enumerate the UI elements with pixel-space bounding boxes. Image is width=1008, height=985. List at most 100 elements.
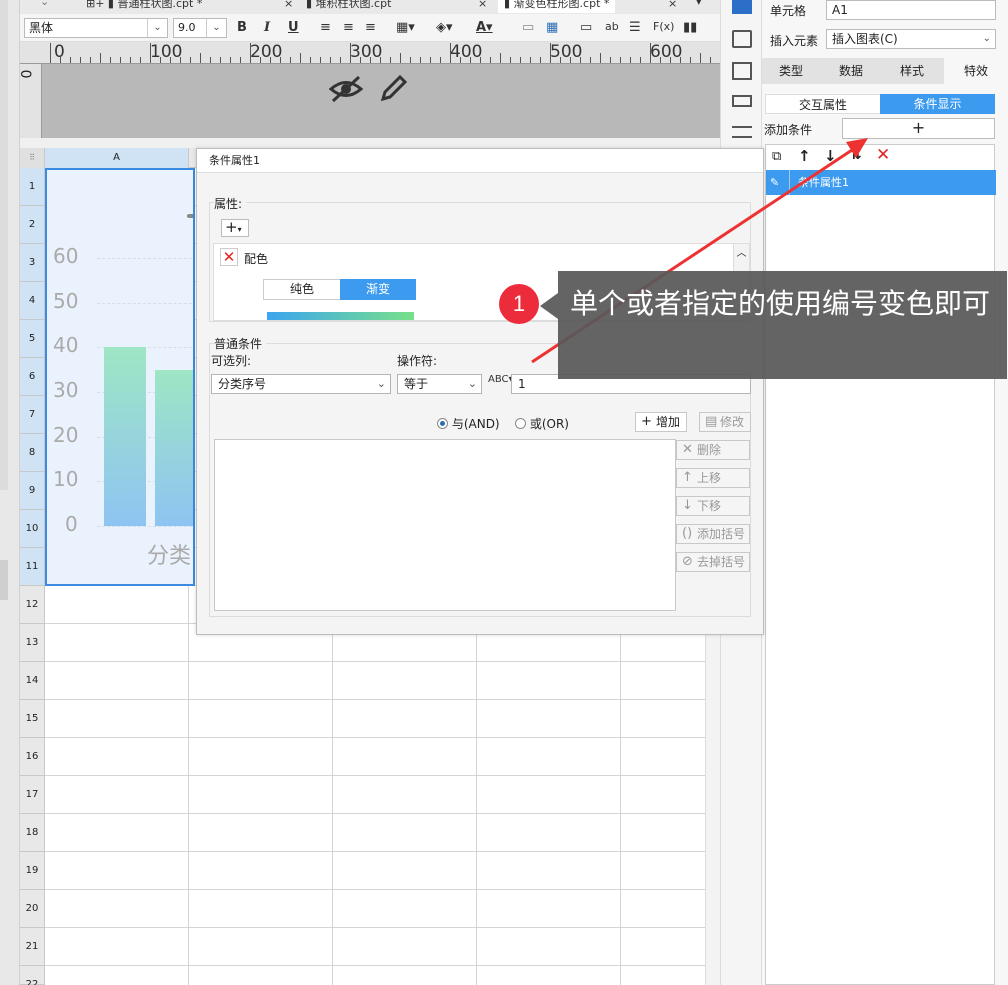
chart-bar[interactable]: [155, 369, 193, 526]
align-center-icon[interactable]: ≡: [343, 20, 354, 35]
align-left-icon[interactable]: ≡: [320, 20, 331, 35]
tab-2-close-icon[interactable]: ×: [478, 0, 487, 10]
add-attribute-button[interactable]: +▾: [221, 219, 249, 237]
edit-pencil-icon[interactable]: ✎: [770, 170, 790, 195]
tab-1[interactable]: ⊞+ ▮ 普通柱状图.cpt *: [86, 0, 202, 13]
move-up-button[interactable]: ↑ 上移: [676, 468, 750, 488]
text-icon[interactable]: ab: [605, 20, 619, 33]
tab-data[interactable]: 数据: [822, 58, 880, 84]
delete-icon[interactable]: ✕: [876, 145, 890, 165]
tab-dropdown-icon[interactable]: ⌄: [40, 0, 49, 13]
font-size-select[interactable]: 9.0 ⌄: [173, 18, 227, 38]
subtab-condition-display[interactable]: 条件显示: [880, 94, 995, 114]
cell-properties-icon[interactable]: [732, 0, 752, 14]
fill-color-icon[interactable]: ◈▾: [436, 20, 453, 35]
row-header-12[interactable]: 12: [20, 586, 45, 624]
chart-bar[interactable]: [104, 347, 146, 526]
cell-element-icon[interactable]: [732, 62, 752, 80]
tab-3[interactable]: ▮ 渐变色柱形图.cpt *: [498, 0, 616, 13]
tab-solid-color[interactable]: 纯色: [263, 279, 341, 300]
move-up-icon[interactable]: ↑: [798, 147, 811, 165]
tab-menu-icon[interactable]: ▾: [696, 0, 702, 13]
row-header-3[interactable]: 3: [20, 244, 45, 282]
sort-icon[interactable]: ⇅: [850, 147, 862, 163]
tab-1-close-icon[interactable]: ×: [284, 0, 293, 10]
row-header-8[interactable]: 8: [20, 434, 45, 472]
gradient-preview[interactable]: [267, 312, 414, 320]
insert-element-select[interactable]: 插入图表(C) ⌄: [826, 29, 996, 49]
value-type-icon[interactable]: ABC▾: [488, 374, 514, 385]
operator-select[interactable]: 等于 ⌄: [397, 374, 482, 394]
left-scroll-thumb[interactable]: [0, 560, 8, 600]
italic-button[interactable]: I: [264, 20, 270, 35]
add-condition-button[interactable]: +: [842, 118, 995, 139]
insert-row-icon[interactable]: ▭: [580, 20, 592, 35]
row-header-10[interactable]: 10: [20, 510, 45, 548]
widget-settings-icon[interactable]: [732, 30, 752, 48]
row-header-14[interactable]: 14: [20, 662, 45, 700]
tab-2[interactable]: ▮ 堆积柱状图.cpt: [306, 0, 391, 13]
column-header-a[interactable]: A: [45, 148, 189, 168]
condition-expression-area[interactable]: [214, 439, 676, 611]
row-header-13[interactable]: 13: [20, 624, 45, 662]
row-header-19[interactable]: 19: [20, 852, 45, 890]
row-header-1[interactable]: 1: [20, 168, 45, 206]
plus-icon: +: [641, 414, 652, 429]
select-all-corner[interactable]: ⠿: [20, 148, 45, 168]
row-header-15[interactable]: 15: [20, 700, 45, 738]
bold-button[interactable]: B: [237, 20, 247, 35]
row-header-7[interactable]: 7: [20, 396, 45, 434]
add-button[interactable]: + 增加: [635, 412, 687, 432]
copy-icon[interactable]: ⧉: [772, 149, 781, 164]
tab-effects[interactable]: 特效: [944, 58, 1008, 84]
data-list-icon[interactable]: [732, 126, 752, 138]
row-header-11[interactable]: 11: [20, 548, 45, 586]
underline-button[interactable]: U: [288, 20, 299, 35]
row-header-5[interactable]: 5: [20, 320, 45, 358]
move-down-icon[interactable]: ↓: [824, 147, 837, 165]
row-header-16[interactable]: 16: [20, 738, 45, 776]
row-header-4[interactable]: 4: [20, 282, 45, 320]
wrap-icon[interactable]: ☰: [629, 20, 641, 35]
row-header-6[interactable]: 6: [20, 358, 45, 396]
row-header-18[interactable]: 18: [20, 814, 45, 852]
merge-icon[interactable]: ▭: [522, 20, 534, 35]
radio-or[interactable]: 或(OR): [515, 415, 569, 432]
row-header-2[interactable]: 2: [20, 206, 45, 244]
modify-button[interactable]: ▤ 修改: [699, 412, 751, 432]
formula-icon[interactable]: F(x): [653, 20, 674, 33]
chart-cell-a1[interactable]: 60 50 40 30 20 10 0 分类: [45, 168, 195, 586]
font-family-select[interactable]: 黑体 ⌄: [24, 18, 168, 38]
remove-bracket-button[interactable]: ⊘ 去掉括号: [676, 552, 750, 572]
cell-input[interactable]: A1: [826, 0, 996, 20]
ruler-mark: 300: [350, 42, 383, 62]
tab-style[interactable]: 样式: [882, 58, 942, 84]
remove-attribute-icon[interactable]: ✕: [220, 248, 238, 266]
hide-icon[interactable]: [328, 74, 364, 104]
list-item[interactable]: ✎ 条件属性1: [766, 170, 996, 195]
row-header-21[interactable]: 21: [20, 928, 45, 966]
tab-gradient[interactable]: 渐变: [340, 279, 416, 300]
align-right-icon[interactable]: ≡: [365, 20, 376, 35]
table-icon[interactable]: ▦: [546, 20, 558, 35]
edit-pencil-icon[interactable]: [378, 72, 410, 104]
chart-icon[interactable]: ▮▮: [683, 20, 697, 35]
cell-attributes-icon[interactable]: [732, 95, 752, 107]
font-color-icon[interactable]: A▾: [476, 20, 493, 35]
row-header-17[interactable]: 17: [20, 776, 45, 814]
ruler-mark: 600: [650, 42, 683, 62]
add-bracket-button[interactable]: () 添加括号: [676, 524, 750, 544]
radio-and[interactable]: 与(AND): [437, 415, 500, 432]
row-header-22[interactable]: 22: [20, 966, 45, 985]
tab-3-close-icon[interactable]: ×: [668, 0, 677, 10]
column-select[interactable]: 分类序号 ⌄: [211, 374, 391, 394]
left-scroll-track[interactable]: [0, 0, 8, 490]
ruler-tick: [600, 53, 601, 63]
move-down-button[interactable]: ↓ 下移: [676, 496, 750, 516]
tab-type[interactable]: 类型: [762, 58, 820, 84]
subtab-interaction[interactable]: 交互属性: [765, 94, 881, 114]
row-header-20[interactable]: 20: [20, 890, 45, 928]
row-header-9[interactable]: 9: [20, 472, 45, 510]
delete-button[interactable]: ✕ 删除: [676, 440, 750, 460]
border-icon[interactable]: ▦▾: [396, 20, 415, 35]
